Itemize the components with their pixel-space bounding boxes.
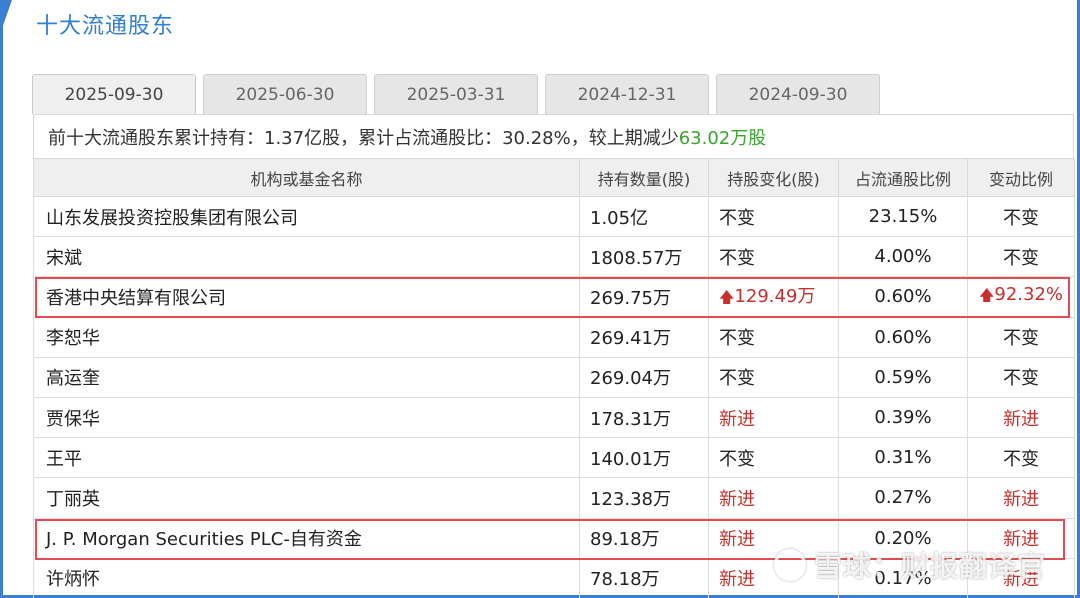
holder-name: 宋斌 <box>33 236 580 278</box>
change-ratio: 不变 <box>967 195 1075 238</box>
holder-name: 贾保华 <box>33 396 580 439</box>
table-row: 王平 140.01万 不变 0.31% 不变 <box>33 437 1075 479</box>
change-ratio: 新进 <box>967 477 1075 519</box>
tab-2024-12-31[interactable]: 2024-12-31 <box>545 74 709 114</box>
float-ratio: 4.00% <box>838 236 968 278</box>
holding-qty: 269.04万 <box>579 356 709 398</box>
holding-change: 不变 <box>708 236 839 278</box>
holder-name: 高运奎 <box>33 356 580 398</box>
table-row: 丁丽英 123.38万 新进 0.27% 新进 <box>33 477 1075 519</box>
float-ratio: 0.27% <box>838 477 968 519</box>
table-row: 山东发展投资控股集团有限公司 1.05亿 不变 23.15% 不变 <box>33 195 1075 238</box>
table-row: 香港中央结算有限公司 269.75万 🡅129.49万 0.60% 🡅92.32% <box>33 276 1075 318</box>
snowball-logo-icon <box>773 549 806 581</box>
col-header-ratio: 占流通股比例 <box>838 158 968 197</box>
holding-qty: 78.18万 <box>579 557 709 598</box>
holding-change: 新进 <box>708 396 839 439</box>
float-ratio: 0.60% <box>838 316 968 358</box>
tab-2025-09-30[interactable]: 2025-09-30 <box>32 74 196 114</box>
watermark-text: 雪球：财报翻译官 <box>813 550 1046 583</box>
corner-decoration <box>0 0 12 34</box>
holding-qty: 1808.57万 <box>579 236 709 278</box>
table-row: 贾保华 178.31万 新进 0.39% 新进 <box>33 396 1075 439</box>
col-header-name: 机构或基金名称 <box>33 158 580 197</box>
table-row: 宋斌 1808.57万 不变 4.00% 不变 <box>33 236 1075 278</box>
holding-change: 🡅129.49万 <box>708 276 839 318</box>
change-ratio: 不变 <box>967 437 1075 479</box>
holder-name: 许炳怀 <box>33 557 580 598</box>
holding-change-value: 129.49万 <box>734 285 816 307</box>
float-ratio: 0.59% <box>838 356 968 398</box>
change-ratio: 不变 <box>967 356 1075 398</box>
holding-change: 新进 <box>708 477 839 519</box>
holder-name: 丁丽英 <box>33 477 580 519</box>
tab-2025-03-31[interactable]: 2025-03-31 <box>374 74 538 114</box>
holding-change: 不变 <box>708 437 839 479</box>
summary-change: 63.02万股 <box>678 127 767 149</box>
col-header-qty: 持有数量(股) <box>579 158 709 197</box>
holding-qty: 1.05亿 <box>579 195 709 238</box>
holding-qty: 269.41万 <box>579 316 709 358</box>
shareholders-table: 机构或基金名称 持有数量(股) 持股变化(股) 占流通股比例 变动比例 山东发展… <box>33 158 1075 598</box>
float-ratio: 0.31% <box>838 437 968 479</box>
holding-qty: 89.18万 <box>579 517 709 559</box>
col-header-delta: 变动比例 <box>967 158 1075 197</box>
change-ratio-value: 92.32% <box>994 283 1064 305</box>
date-tabs: 2025-09-30 2025-06-30 2025-03-31 2024-12… <box>32 74 887 114</box>
float-ratio: 0.60% <box>838 276 968 318</box>
holding-change: 不变 <box>708 316 839 358</box>
watermark: 雪球：财报翻译官 <box>773 545 1046 585</box>
holdings-summary: 前十大流通股东累计持有：1.37亿股，累计占流通股比：30.28%，较上期减少 6… <box>33 114 1074 158</box>
summary-text: 前十大流通股东累计持有：1.37亿股，累计占流通股比：30.28%，较上期减少 <box>48 127 679 149</box>
holding-qty: 140.01万 <box>579 437 709 479</box>
holding-qty: 269.75万 <box>579 276 709 318</box>
up-arrow-icon: 🡅 <box>978 285 995 304</box>
change-ratio: 🡅92.32% <box>967 276 1075 318</box>
holding-qty: 178.31万 <box>579 396 709 439</box>
holder-name: 王平 <box>33 437 580 479</box>
float-ratio: 0.39% <box>838 396 968 439</box>
holder-name: 山东发展投资控股集团有限公司 <box>33 195 580 238</box>
table-row: 高运奎 269.04万 不变 0.59% 不变 <box>33 356 1075 398</box>
table-header-row: 机构或基金名称 持有数量(股) 持股变化(股) 占流通股比例 变动比例 <box>33 158 1075 197</box>
holding-qty: 123.38万 <box>579 477 709 519</box>
up-arrow-icon: 🡅 <box>719 287 735 306</box>
change-ratio: 不变 <box>967 236 1075 278</box>
tab-2024-09-30[interactable]: 2024-09-30 <box>716 74 880 114</box>
holder-name: J. P. Morgan Securities PLC-自有资金 <box>33 517 580 559</box>
holding-change: 不变 <box>708 356 839 398</box>
holder-name: 香港中央结算有限公司 <box>33 276 580 318</box>
tab-2025-06-30[interactable]: 2025-06-30 <box>203 74 367 114</box>
float-ratio: 23.15% <box>838 195 968 238</box>
holding-change: 不变 <box>708 195 839 238</box>
holder-name: 李恕华 <box>33 316 580 358</box>
change-ratio: 新进 <box>967 396 1075 439</box>
section-title: 十大流通股东 <box>36 14 175 39</box>
col-header-change: 持股变化(股) <box>708 158 839 197</box>
table-row: 李恕华 269.41万 不变 0.60% 不变 <box>33 316 1075 358</box>
change-ratio: 不变 <box>967 316 1075 358</box>
